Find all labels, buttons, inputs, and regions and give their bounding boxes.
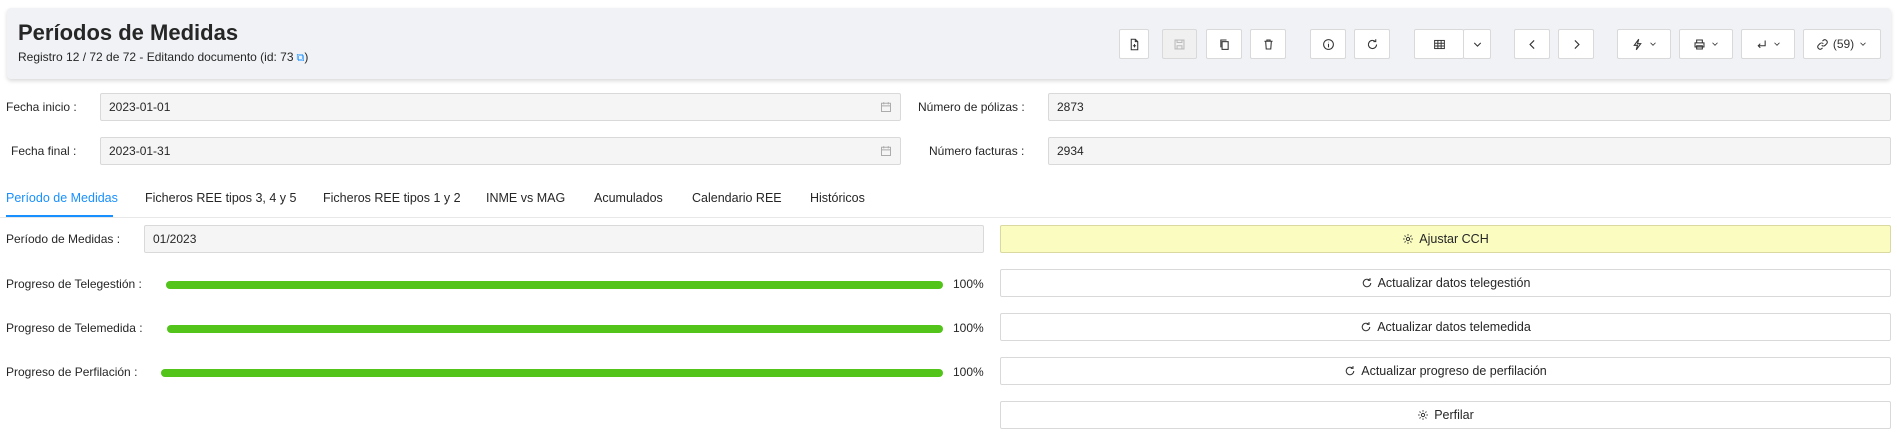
fecha-inicio-field[interactable]: 2023-01-01	[100, 93, 901, 121]
active-tab-indicator	[6, 215, 113, 217]
progreso-telegestion-bar	[166, 281, 943, 289]
fecha-final-field[interactable]: 2023-01-31	[100, 137, 901, 165]
fecha-final-value: 2023-01-31	[109, 144, 171, 158]
chevron-down-icon	[1473, 42, 1481, 47]
tab-acumulados[interactable]: Acumulados	[594, 191, 663, 205]
relations-count: (59)	[1832, 37, 1855, 51]
lightning-icon	[1632, 38, 1642, 50]
actualizar-telegestion-label: Actualizar datos telegestión	[1377, 276, 1531, 290]
num-polizas-value: 2873	[1057, 100, 1084, 114]
refresh-icon	[1367, 38, 1377, 49]
reload-button[interactable]	[1354, 29, 1390, 59]
record-info: Registro 12 / 72 de 72 - Editando docume…	[18, 50, 308, 65]
view-mode-button[interactable]	[1414, 29, 1464, 59]
chevron-down-icon	[1773, 42, 1780, 46]
actualizar-telemedida-label: Actualizar datos telemedida	[1377, 320, 1531, 334]
refresh-icon	[1362, 322, 1371, 332]
ajustar-cch-button[interactable]: Ajustar CCH	[1000, 225, 1891, 253]
relations-dropdown-button[interactable]: (59)	[1803, 29, 1881, 59]
progreso-telegestion-fill	[166, 281, 943, 289]
actualizar-perfilacion-label: Actualizar progreso de perfilación	[1361, 364, 1547, 378]
chevron-down-icon	[1711, 42, 1718, 46]
progreso-perfilacion-fill	[161, 369, 943, 377]
progreso-perfilacion-bar	[161, 369, 943, 377]
progreso-telegestion-label: Progreso de Telegestión :	[6, 277, 142, 291]
record-info-suffix: )	[304, 50, 309, 64]
actualizar-perfilacion-button[interactable]: Actualizar progreso de perfilación	[1000, 357, 1891, 385]
duplicate-button[interactable]	[1206, 29, 1242, 59]
record-info-text: Registro 12 / 72 de 72 - Editando docume…	[18, 50, 294, 64]
tab-historicos[interactable]: Históricos	[810, 191, 865, 205]
table-icon	[1433, 39, 1445, 49]
view-mode-dropdown[interactable]	[1463, 29, 1491, 59]
save-button[interactable]	[1162, 29, 1197, 59]
calendar-icon[interactable]	[880, 145, 892, 157]
periodo-field: 01/2023	[144, 225, 984, 253]
perfilar-label: Perfilar	[1434, 408, 1474, 422]
num-facturas-field: 2934	[1048, 137, 1891, 165]
ajustar-cch-label: Ajustar CCH	[1419, 232, 1489, 246]
new-document-button[interactable]	[1119, 29, 1149, 59]
refresh-icon	[1362, 278, 1371, 288]
info-icon	[1322, 38, 1334, 50]
progreso-perfilacion-label: Progreso de Perfilación :	[6, 365, 138, 379]
progreso-telegestion-percent: 100%	[953, 277, 984, 291]
actions-dropdown-button[interactable]	[1617, 29, 1671, 59]
page-header: Períodos de Medidas Registro 12 / 72 de …	[7, 8, 1891, 79]
progreso-telemedida-percent: 100%	[953, 321, 984, 335]
next-record-button[interactable]	[1558, 29, 1594, 59]
actualizar-telegestion-button[interactable]: Actualizar datos telegestión	[1000, 269, 1891, 297]
chevron-right-icon	[1573, 39, 1580, 49]
num-polizas-field: 2873	[1048, 93, 1891, 121]
progreso-telemedida-label: Progreso de Telemedida :	[6, 321, 143, 335]
num-polizas-label: Número de pólizas :	[918, 100, 1025, 114]
tab-inme-vs-mag[interactable]: INME vs MAG	[486, 191, 565, 205]
printer-icon	[1694, 39, 1704, 49]
periodo-value: 01/2023	[153, 232, 197, 246]
tab-ficheros-ree-12[interactable]: Ficheros REE tipos 1 y 2	[323, 191, 461, 205]
progreso-telemedida-fill	[167, 325, 943, 333]
chevron-down-icon	[1860, 42, 1866, 46]
fecha-inicio-value: 2023-01-01	[109, 100, 171, 114]
progreso-telemedida-bar	[167, 325, 943, 333]
tab-ficheros-ree-345[interactable]: Ficheros REE tipos 3, 4 y 5	[145, 191, 296, 205]
delete-button[interactable]	[1250, 29, 1286, 59]
save-icon	[1174, 39, 1185, 49]
fecha-inicio-label: Fecha inicio :	[6, 100, 77, 114]
tab-calendario-ree[interactable]: Calendario REE	[692, 191, 782, 205]
trash-icon	[1263, 39, 1273, 49]
periodo-label: Período de Medidas :	[6, 232, 121, 246]
refresh-icon	[1346, 366, 1355, 376]
num-facturas-label: Número facturas :	[929, 144, 1025, 158]
tab-bar: Período de Medidas Ficheros REE tipos 3,…	[0, 186, 1891, 218]
chevron-down-icon	[1649, 42, 1656, 46]
info-button[interactable]	[1310, 29, 1346, 59]
gear-icon	[1403, 234, 1414, 244]
new-file-icon	[1130, 38, 1138, 50]
enter-dropdown-button[interactable]	[1741, 29, 1795, 59]
chevron-left-icon	[1528, 39, 1535, 49]
gear-icon	[1418, 410, 1429, 420]
tab-periodo-medidas[interactable]: Período de Medidas	[6, 191, 118, 205]
fecha-final-label: Fecha final :	[11, 144, 77, 158]
progreso-perfilacion-percent: 100%	[953, 365, 984, 379]
print-dropdown-button[interactable]	[1679, 29, 1733, 59]
num-facturas-value: 2934	[1057, 144, 1084, 158]
copy-icon	[1219, 39, 1229, 50]
perfilar-button[interactable]: Perfilar	[1000, 401, 1891, 429]
page-title: Períodos de Medidas	[18, 20, 239, 45]
actualizar-telemedida-button[interactable]: Actualizar datos telemedida	[1000, 313, 1891, 341]
link-icon	[1817, 38, 1828, 50]
previous-record-button[interactable]	[1514, 29, 1550, 59]
enter-icon	[1757, 39, 1766, 48]
calendar-icon[interactable]	[880, 101, 892, 113]
